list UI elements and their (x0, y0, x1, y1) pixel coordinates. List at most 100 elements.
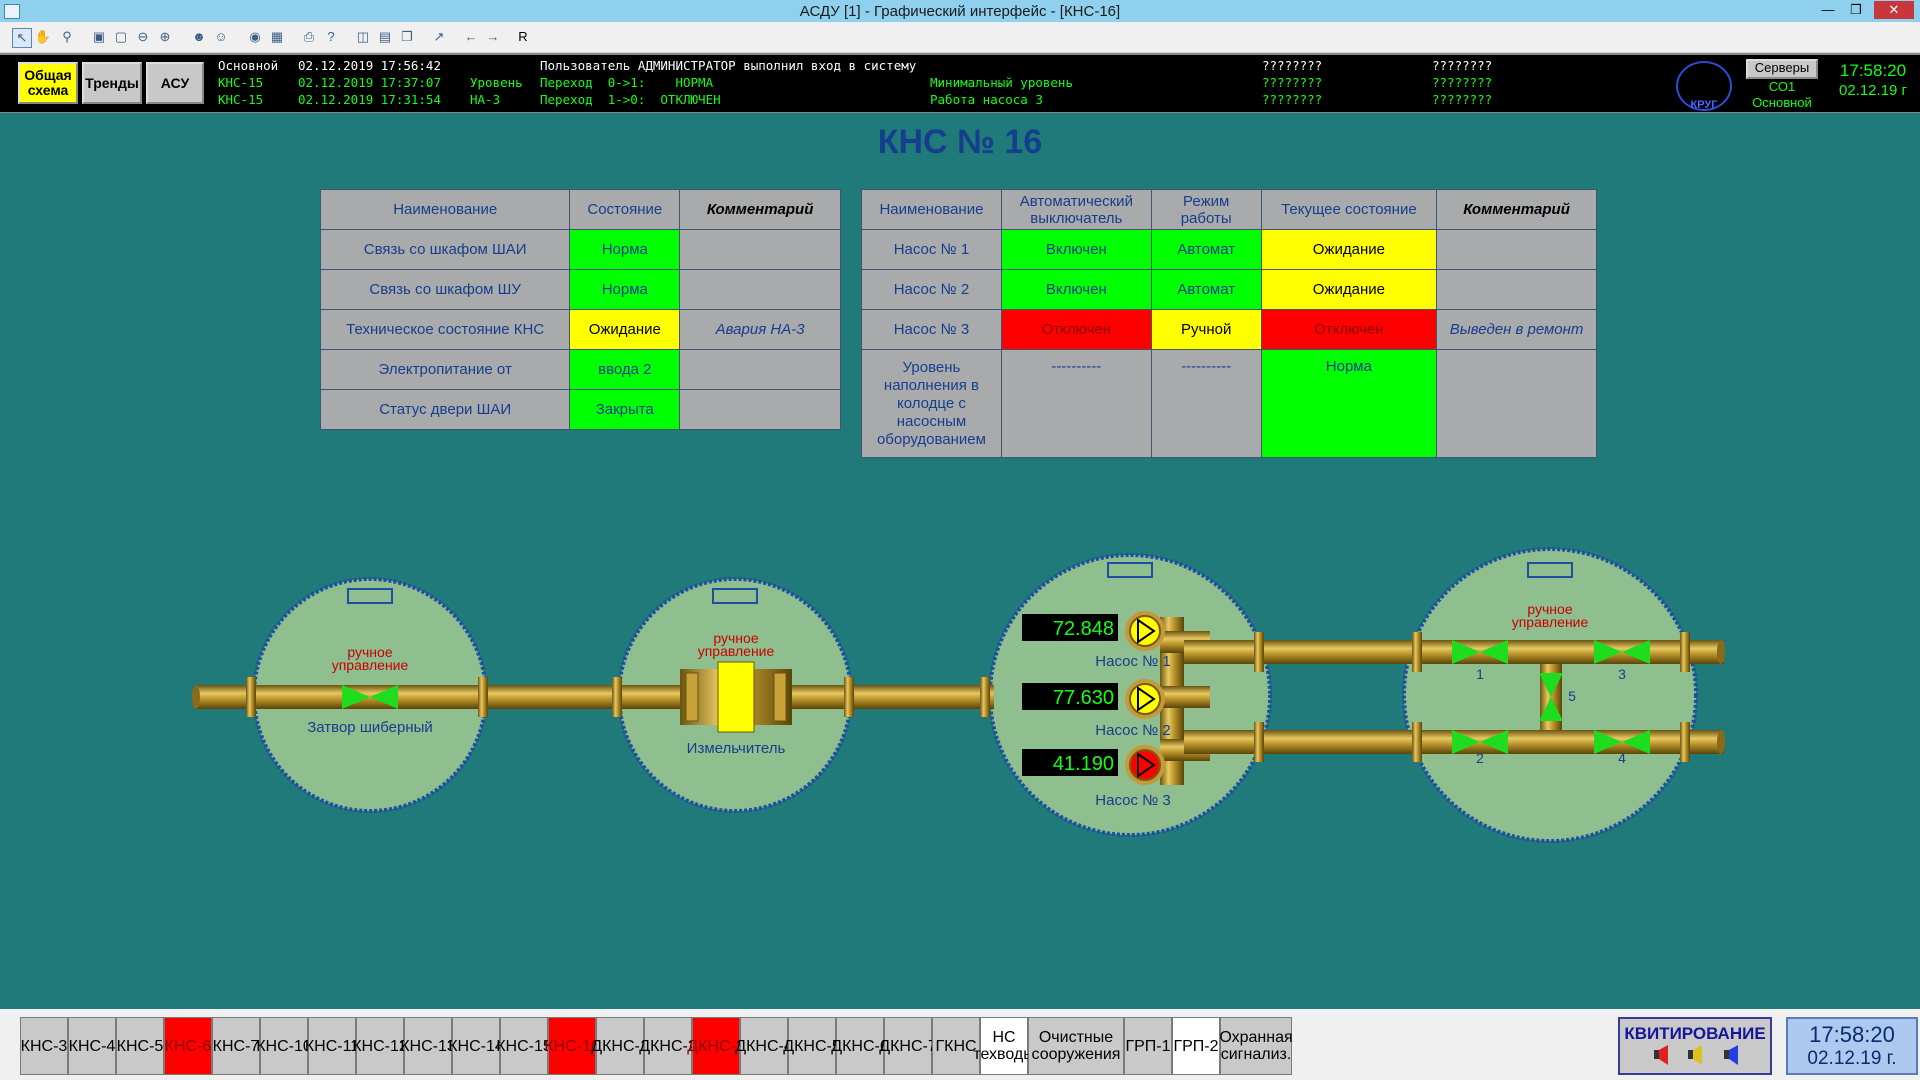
close-button[interactable]: ✕ (1874, 1, 1914, 19)
pump1-value: 72.848 (1053, 618, 1114, 640)
pump2-label: Насос № 2 (1095, 722, 1170, 739)
nav-kns-10[interactable]: КНС-10 (256, 1017, 312, 1075)
nav-kns-12[interactable]: КНС-12 (352, 1017, 408, 1075)
event-col2: ???????? (1432, 75, 1493, 90)
export-icon[interactable]: ↗ (430, 28, 448, 46)
report-icon[interactable]: ▦ (268, 28, 286, 46)
overview-button[interactable]: Общая схема (18, 62, 78, 104)
event-type: НА-3 (470, 92, 501, 107)
toolbar: ↖ ✋ ⚲ ▣ ▢ ⊖ ⊕ ☻ ☺ ◉ ▦ ⎙ ? ◫ ▤ ❐ ↗ ← → R (0, 22, 1920, 53)
window-titlebar: АСДУ [1] - Графический интерфейс - [КНС-… (0, 0, 1920, 22)
servers-button[interactable]: Серверы (1746, 59, 1818, 79)
servers-panel: Серверы СО1 Основной (1746, 59, 1818, 110)
pump-manifold (1160, 617, 1384, 785)
station-nav-bar: КНС-3 КНС-4 КНС-5 КНС-6 КНС-7 КНС-10 КНС… (0, 1009, 1920, 1080)
nav-dkns-4[interactable]: ДКНС-4 (735, 1017, 793, 1075)
restore-button[interactable]: ❐ (1844, 1, 1868, 19)
valve-2-label: 2 (1476, 750, 1484, 766)
forward-arrow-icon[interactable]: → (484, 28, 502, 46)
nav-dkns-7[interactable]: ДКНС-7 (879, 1017, 937, 1075)
zoom-in-icon[interactable]: ⊕ (156, 28, 174, 46)
header-date: 02.12.19 г (1838, 82, 1908, 99)
speaker-icons (1654, 1045, 1738, 1065)
speaker-yellow-icon (1688, 1045, 1702, 1065)
event-time: 02.12.2019 17:31:54 (298, 92, 441, 107)
crusher[interactable] (680, 661, 792, 733)
event-col1: ???????? (1262, 92, 1323, 107)
pump1-label: Насос № 1 (1095, 653, 1170, 670)
layout-columns-icon[interactable]: ◫ (354, 28, 372, 46)
nav-kns-13[interactable]: КНС-13 (400, 1017, 456, 1075)
valve-1-label: 1 (1476, 666, 1484, 682)
nav-kns-15[interactable]: КНС-15 (496, 1017, 552, 1075)
valve-5-label: 5 (1568, 688, 1576, 704)
event-col2: ???????? (1432, 92, 1493, 107)
binoculars-icon[interactable]: ◉ (246, 28, 264, 46)
layout-rows-icon[interactable]: ▤ (376, 28, 394, 46)
footer-time: 17:58:20 (1809, 1022, 1895, 1047)
nav-kns-6[interactable]: КНС-6 (164, 1017, 212, 1075)
nav-dkns-6[interactable]: ДКНС-6 (831, 1017, 889, 1075)
speaker-red-icon (1654, 1045, 1668, 1065)
nav-dkns-1[interactable]: ДКНС-1 (591, 1017, 649, 1075)
zoom-out-icon[interactable]: ⊖ (134, 28, 152, 46)
nav-security-alarm[interactable]: Охранная сигнализ. (1219, 1017, 1293, 1075)
zoom-actual-icon[interactable]: ▣ (90, 28, 108, 46)
pointer-icon[interactable]: ↖ (12, 28, 32, 48)
layout-windows-icon[interactable]: ❐ (398, 28, 416, 46)
nav-grp-1[interactable]: ГРП-1 (1124, 1017, 1172, 1075)
nav-kns-7[interactable]: КНС-7 (212, 1017, 260, 1075)
event-col2: ???????? (1432, 58, 1493, 73)
event-col1: ???????? (1262, 75, 1323, 90)
valve-4-label: 4 (1618, 750, 1626, 766)
server-name: СО1 (1768, 79, 1796, 94)
users-icon[interactable]: ☻ (190, 28, 208, 46)
krug-logo: КРУГ (1676, 61, 1732, 111)
event-time: 02.12.2019 17:56:42 (298, 58, 441, 73)
nav-kns-16[interactable]: КНС-16 (544, 1017, 600, 1075)
event-message: Переход 0->1: НОРМА (540, 75, 714, 90)
event-type: Уровень (470, 75, 523, 90)
window-title: АСДУ [1] - Графический интерфейс - [КНС-… (799, 3, 1121, 20)
main-area: КНС № 16 Наименование Состояние Коммента… (0, 113, 1920, 1009)
nav-kns-4[interactable]: КНС-4 (68, 1017, 116, 1075)
nav-kns-5[interactable]: КНС-5 (116, 1017, 164, 1075)
nav-kns-14[interactable]: КНС-14 (448, 1017, 504, 1075)
user-settings-icon[interactable]: ☺ (212, 28, 230, 46)
event-col1: ???????? (1262, 58, 1323, 73)
event-source: Основной (218, 58, 279, 73)
nav-dkns-2[interactable]: ДКНС-2 (639, 1017, 697, 1075)
valve-3-label: 3 (1618, 666, 1626, 682)
help-icon[interactable]: ? (322, 28, 340, 46)
header-time: 17:58:20 (1839, 61, 1907, 80)
nav-dkns-3[interactable]: ДКНС-3 (687, 1017, 745, 1075)
acknowledge-label: КВИТИРОВАНИЕ (1624, 1024, 1766, 1043)
nav-ns-tekhvody[interactable]: НС техводы (973, 1017, 1035, 1075)
trends-button[interactable]: Тренды (82, 62, 142, 104)
speaker-blue-icon (1724, 1045, 1738, 1065)
nav-treatment-plant[interactable]: Очистные сооружения (1028, 1017, 1124, 1075)
asu-button[interactable]: АСУ (146, 62, 204, 104)
minimize-button[interactable]: — (1816, 1, 1840, 19)
nav-grp-2[interactable]: ГРП-2 (1172, 1017, 1220, 1075)
nav-kns-3[interactable]: КНС-3 (20, 1017, 68, 1075)
back-arrow-icon[interactable]: ← (462, 28, 480, 46)
logo-text: КРУГ (1690, 99, 1718, 111)
event-detail: Работа насоса 3 (930, 92, 1043, 107)
pump2-value: 77.630 (1053, 687, 1114, 709)
event-time: 02.12.2019 17:37:07 (298, 75, 441, 90)
server-role: Основной (1752, 95, 1812, 110)
header-clock: 17:58:20 02.12.19 г (1826, 61, 1920, 101)
alarm-bar: Общая схема Тренды АСУ Основной 02.12.20… (0, 53, 1920, 114)
event-message: Переход 1->0: ОТКЛЮЧЕН (540, 92, 721, 107)
footer-date: 02.12.19 г. (1807, 1048, 1897, 1069)
nav-kns-11[interactable]: КНС-11 (305, 1017, 359, 1075)
magnifier-icon[interactable]: ⚲ (58, 28, 76, 46)
event-source: КНС-15 (218, 92, 264, 107)
nav-dkns-5[interactable]: ДКНС-5 (783, 1017, 841, 1075)
hand-icon[interactable]: ✋ (34, 28, 52, 46)
print-icon[interactable]: ⎙ (300, 28, 318, 46)
r-button[interactable]: R (514, 28, 532, 46)
zoom-fit-icon[interactable]: ▢ (112, 28, 130, 46)
acknowledge-button[interactable]: КВИТИРОВАНИЕ (1618, 1017, 1772, 1075)
